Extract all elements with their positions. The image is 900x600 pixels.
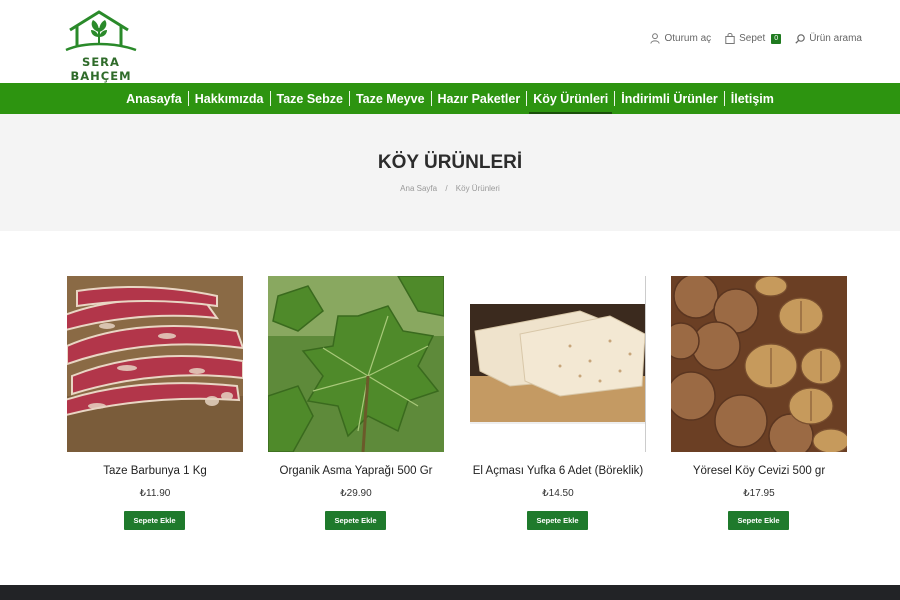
nav-item-taze-sebze[interactable]: Taze Sebze <box>271 83 349 114</box>
header-links: Oturum aç Sepet 0 Ürün arama <box>650 33 862 44</box>
add-to-cart-button[interactable]: Sepete Ekle <box>728 511 789 530</box>
product-name[interactable]: El Açması Yufka 6 Adet (Böreklik) <box>455 465 661 477</box>
product-name[interactable]: Organik Asma Yaprağı 500 Gr <box>253 465 459 477</box>
nav-item-koy-urunleri[interactable]: Köy Ürünleri <box>527 83 614 115</box>
product-grid: Taze Barbunya 1 Kg ₺11.90 Sepete Ekle Or… <box>67 276 847 536</box>
search-label: Ürün arama <box>809 33 862 44</box>
breadcrumb-home[interactable]: Ana Sayfa <box>400 184 437 193</box>
add-to-cart-button[interactable]: Sepete Ekle <box>325 511 386 530</box>
site-footer <box>0 585 900 600</box>
shopping-bag-icon <box>725 33 735 44</box>
breadcrumb-separator: / <box>445 184 448 193</box>
login-label: Oturum aç <box>664 33 712 44</box>
product-price: ₺14.50 <box>542 488 574 499</box>
breadcrumb-current: Köy Ürünleri <box>455 184 500 193</box>
site-header: SERA BAHÇEM Oturum aç Sepet 0 Ürün arama <box>0 0 900 83</box>
greenhouse-logo-icon <box>65 10 137 52</box>
product-price: ₺17.95 <box>743 488 775 499</box>
site-logo[interactable]: SERA BAHÇEM <box>54 10 148 83</box>
product-name[interactable]: Taze Barbunya 1 Kg <box>52 465 258 477</box>
page-title-band: KÖY ÜRÜNLERİ Ana Sayfa / Köy Ürünleri <box>0 114 900 231</box>
cart-link[interactable]: Sepet 0 <box>725 33 782 44</box>
product-price: ₺29.90 <box>340 488 372 499</box>
nav-item-iletisim[interactable]: İletişim <box>725 83 780 114</box>
add-to-cart-button[interactable]: Sepete Ekle <box>124 511 185 530</box>
nav-item-indirimli-urunler[interactable]: İndirimli Ürünler <box>615 83 724 114</box>
cart-count-badge: 0 <box>771 33 782 44</box>
product-card: Taze Barbunya 1 Kg ₺11.90 Sepete Ekle <box>67 276 243 536</box>
nav-item-anasayfa[interactable]: Anasayfa <box>120 83 188 114</box>
product-image-ceviz[interactable] <box>671 276 847 452</box>
nav-item-hazir-paketler[interactable]: Hazır Paketler <box>432 83 527 114</box>
search-link[interactable]: Ürün arama <box>795 33 862 44</box>
main-nav: Anasayfa Hakkımızda Taze Sebze Taze Meyv… <box>0 83 900 115</box>
product-image-yufka[interactable] <box>470 276 646 452</box>
product-card: Organik Asma Yaprağı 500 Gr ₺29.90 Sepet… <box>268 276 444 536</box>
logo-text: SERA BAHÇEM <box>70 55 132 83</box>
product-card: El Açması Yufka 6 Adet (Böreklik) ₺14.50… <box>470 276 646 536</box>
product-name[interactable]: Yöresel Köy Cevizi 500 gr <box>656 465 862 477</box>
search-icon <box>795 33 805 44</box>
product-card: Yöresel Köy Cevizi 500 gr ₺17.95 Sepete … <box>671 276 847 536</box>
add-to-cart-button[interactable]: Sepete Ekle <box>527 511 588 530</box>
product-price: ₺11.90 <box>139 488 171 499</box>
product-image-barbunya[interactable] <box>67 276 243 452</box>
breadcrumb: Ana Sayfa / Köy Ürünleri <box>0 184 900 193</box>
product-image-asma-yapragi[interactable] <box>268 276 444 452</box>
cart-label: Sepet <box>739 33 766 44</box>
page-title: KÖY ÜRÜNLERİ <box>377 152 523 173</box>
login-link[interactable]: Oturum aç <box>650 33 711 44</box>
user-icon <box>650 33 661 44</box>
nav-item-hakkimizda[interactable]: Hakkımızda <box>189 83 270 114</box>
nav-item-taze-meyve[interactable]: Taze Meyve <box>350 83 431 114</box>
